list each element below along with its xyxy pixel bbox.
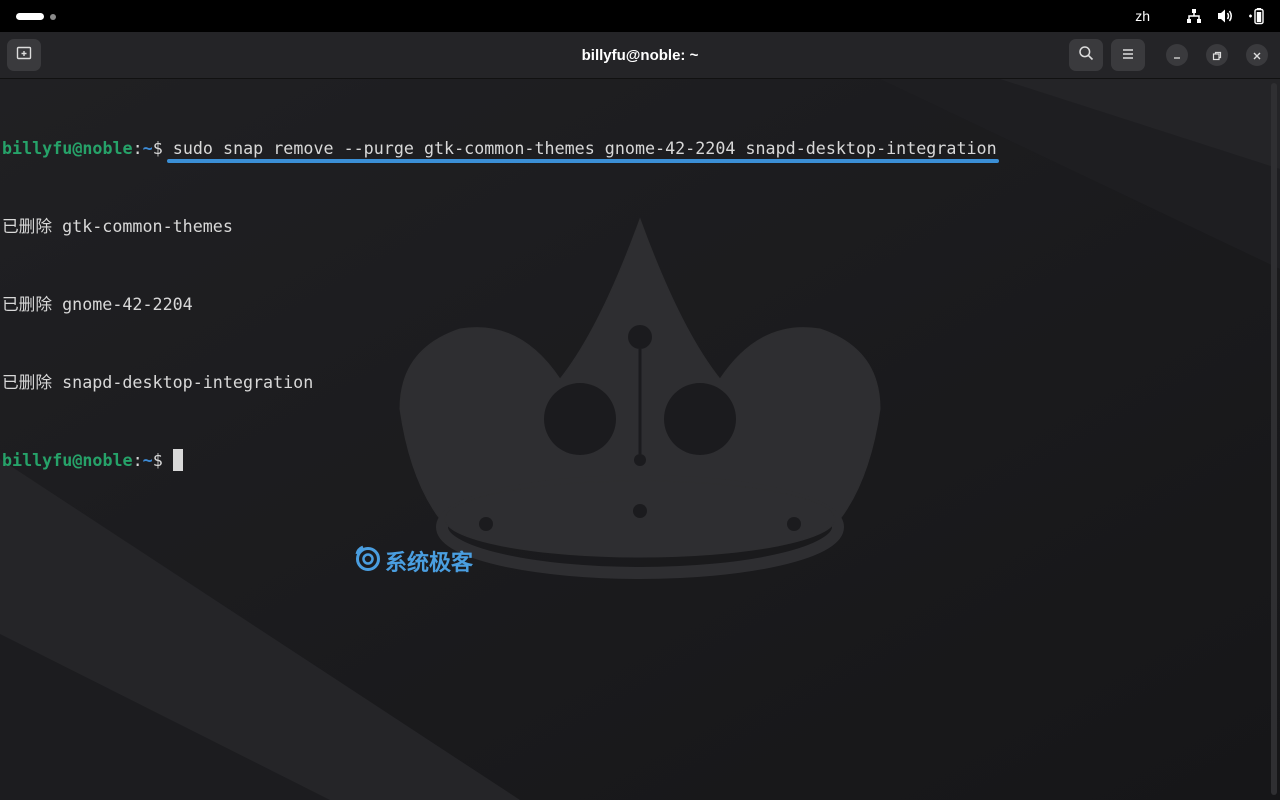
watermark-text: 系统极客 (385, 551, 474, 576)
system-tray[interactable]: zh (1135, 0, 1266, 32)
terminal-view[interactable]: billyfu@noble:~$ sudo snap remove --purg… (0, 79, 1280, 800)
text-cursor (172, 449, 183, 471)
hamburger-menu-icon (1121, 46, 1135, 65)
input-method-indicator[interactable]: zh (1135, 8, 1150, 24)
scrollbar[interactable] (1271, 83, 1277, 795)
watermark-logo-icon (354, 544, 382, 578)
new-tab-icon (16, 45, 32, 65)
prompt-symbol: $ (152, 138, 173, 158)
prompt-user: billyfu@noble (2, 450, 133, 470)
maximize-icon (1212, 46, 1222, 65)
workspace-indicator-inactive[interactable] (50, 13, 56, 20)
workspace-indicator-active[interactable] (16, 13, 44, 20)
new-tab-button[interactable] (7, 39, 41, 71)
command-text: sudo snap remove --purge gtk-common-them… (172, 138, 997, 158)
battery-icon[interactable] (1248, 7, 1266, 25)
search-button[interactable] (1069, 39, 1103, 71)
prompt-path: ~ (142, 138, 153, 158)
window-title: billyfu@noble: ~ (581, 46, 699, 64)
prompt-separator: : (132, 138, 143, 158)
command-line: billyfu@noble:~$ sudo snap remove --purg… (2, 135, 999, 163)
volume-icon[interactable] (1216, 8, 1234, 24)
output-line: 已删除 gnome-42-2204 (2, 294, 193, 314)
search-icon (1078, 45, 1094, 65)
terminal-window: billyfu@noble: ~ billyfu@noble:~$ sudo s… (0, 32, 1280, 800)
menu-button[interactable] (1111, 39, 1145, 71)
header-bar[interactable]: billyfu@noble: ~ (0, 32, 1280, 79)
prompt-user: billyfu@noble (2, 138, 133, 158)
output-line: 已删除 snapd-desktop-integration (2, 372, 314, 392)
terminal-output: billyfu@noble:~$ sudo snap remove --purg… (2, 83, 999, 525)
prompt-symbol: $ (152, 450, 173, 470)
output-line: 已删除 gtk-common-themes (2, 216, 233, 236)
close-icon (1252, 46, 1262, 65)
command-highlight-underline (167, 159, 999, 163)
close-button[interactable] (1246, 44, 1268, 66)
prompt-separator: : (132, 450, 143, 470)
network-icon[interactable] (1186, 8, 1202, 24)
prompt-path: ~ (142, 450, 153, 470)
top-bar: zh (0, 0, 1280, 32)
current-prompt-line[interactable]: billyfu@noble:~$ (2, 447, 997, 473)
maximize-button[interactable] (1206, 44, 1228, 66)
minimize-button[interactable] (1166, 44, 1188, 66)
watermark: 系统极客 (354, 544, 473, 578)
minimize-icon (1172, 46, 1182, 65)
